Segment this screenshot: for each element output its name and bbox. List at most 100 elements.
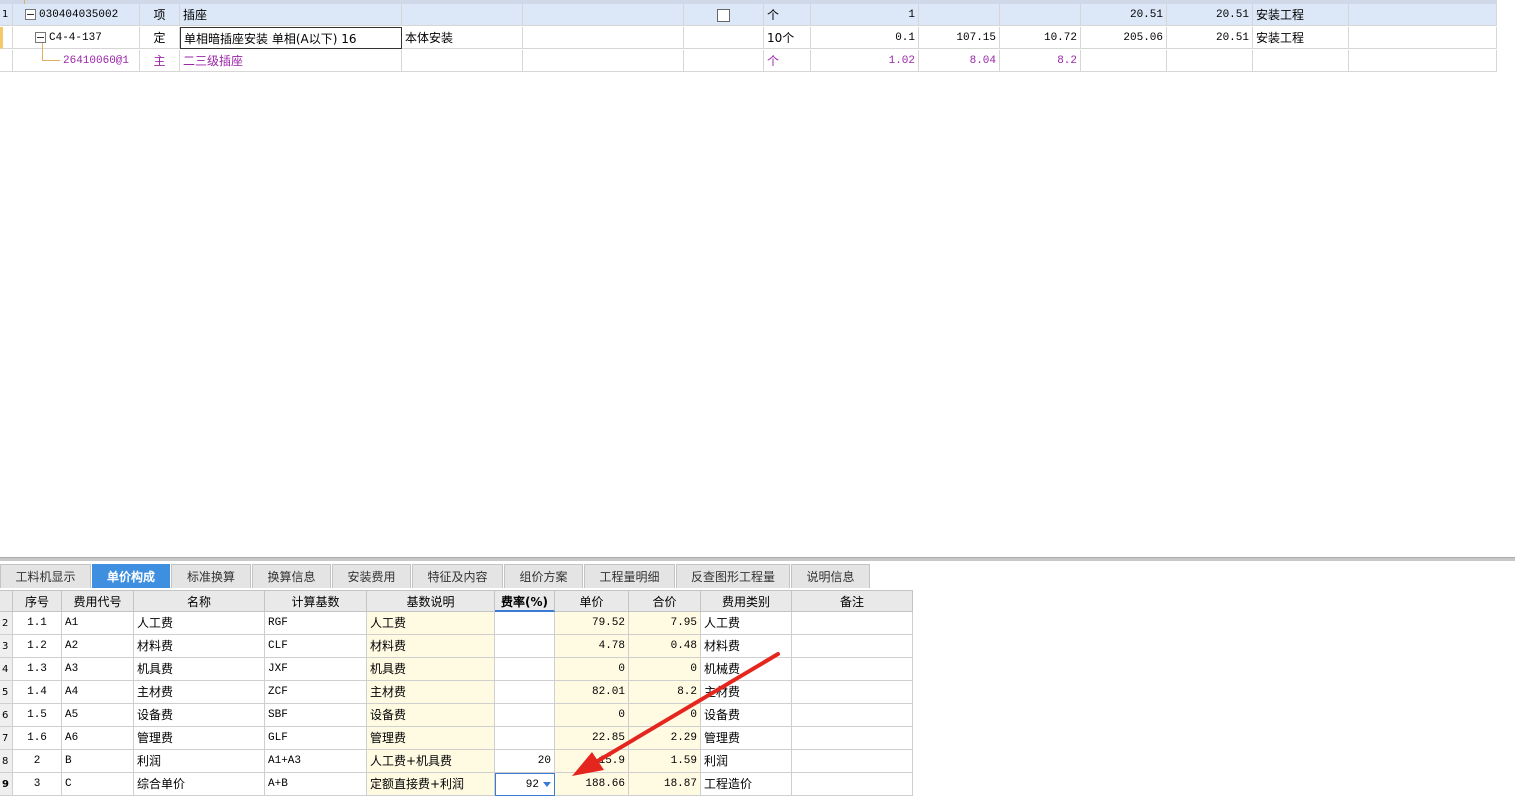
tab-unit-price-composition[interactable]: 单价构成 — [92, 564, 170, 588]
cell-rate[interactable] — [495, 612, 555, 635]
cell-total[interactable]: 0 — [629, 658, 701, 681]
collapse-icon[interactable] — [35, 31, 46, 43]
cell-rate[interactable] — [495, 658, 555, 681]
cell-category[interactable]: 设备费 — [701, 704, 792, 727]
cell-category[interactable]: 人工费 — [701, 612, 792, 635]
item-combined-price[interactable] — [1081, 50, 1167, 72]
tab-labor-material-machine[interactable]: 工料机显示 — [0, 564, 91, 588]
header-base-desc[interactable]: 基数说明 — [367, 590, 495, 612]
cell-total[interactable]: 7.95 — [629, 612, 701, 635]
cell-code[interactable]: A3 — [62, 658, 134, 681]
item-blank[interactable] — [523, 50, 684, 72]
cell-name[interactable]: 主材费 — [134, 681, 265, 704]
cell-total[interactable]: 0 — [629, 704, 701, 727]
cell-seq[interactable]: 1.4 — [13, 681, 62, 704]
cell-base[interactable]: GLF — [265, 727, 367, 750]
item-combined-price[interactable]: 205.06 — [1081, 27, 1167, 49]
item-unit[interactable]: 个 — [764, 50, 811, 72]
panel-splitter[interactable] — [0, 557, 1515, 561]
item-checkbox-cell[interactable] — [684, 50, 764, 72]
cell-name[interactable]: 综合单价 — [134, 773, 265, 796]
cell-base-desc[interactable]: 管理费 — [367, 727, 495, 750]
item-feature[interactable] — [402, 4, 523, 26]
item-checkbox-cell[interactable] — [684, 4, 764, 26]
tab-install-cost[interactable]: 安装费用 — [332, 564, 411, 588]
item-unit[interactable]: 个 — [764, 4, 811, 26]
cell-note[interactable] — [792, 750, 913, 773]
cell-base[interactable]: JXF — [265, 658, 367, 681]
item-category[interactable] — [1253, 50, 1349, 72]
tab-features-content[interactable]: 特征及内容 — [412, 564, 503, 588]
cell-unit-price[interactable]: 15.9 — [555, 750, 629, 773]
cell-seq[interactable]: 2 — [13, 750, 62, 773]
item-combined-total[interactable]: 20.51 — [1167, 27, 1253, 49]
cell-category[interactable]: 机械费 — [701, 658, 792, 681]
cell-code[interactable]: A2 — [62, 635, 134, 658]
cell-total[interactable]: 18.87 — [629, 773, 701, 796]
cell-base[interactable]: A+B — [265, 773, 367, 796]
cell-note[interactable] — [792, 658, 913, 681]
cell-code[interactable]: B — [62, 750, 134, 773]
cell-name[interactable]: 利润 — [134, 750, 265, 773]
cell-unit-price[interactable]: 4.78 — [555, 635, 629, 658]
item-blank[interactable] — [523, 4, 684, 26]
cell-total[interactable]: 0.48 — [629, 635, 701, 658]
cell-base-desc[interactable]: 人工费 — [367, 612, 495, 635]
item-code-cell[interactable]: C4-4-137 — [13, 27, 140, 49]
tab-pricing-scheme[interactable]: 组价方案 — [504, 564, 583, 588]
chevron-down-icon[interactable] — [543, 781, 551, 787]
item-combined-total[interactable]: 20.51 — [1167, 4, 1253, 26]
header-base[interactable]: 计算基数 — [265, 590, 367, 612]
item-category[interactable]: 安装工程 — [1253, 27, 1349, 49]
cell-total[interactable]: 8.2 — [629, 681, 701, 704]
cell-seq[interactable]: 1.5 — [13, 704, 62, 727]
item-name[interactable]: 插座 — [180, 4, 402, 26]
cell-category[interactable]: 工程造价 — [701, 773, 792, 796]
cell-category[interactable]: 利润 — [701, 750, 792, 773]
item-price[interactable]: 8.04 — [919, 50, 1000, 72]
cell-base[interactable]: ZCF — [265, 681, 367, 704]
cell-note[interactable] — [792, 612, 913, 635]
item-qty[interactable]: 1.02 — [811, 50, 919, 72]
collapse-icon[interactable] — [25, 8, 36, 20]
cell-seq[interactable]: 1.1 — [13, 612, 62, 635]
cell-base-desc[interactable]: 设备费 — [367, 704, 495, 727]
tab-reverse-graphic-quantity[interactable]: 反查图形工程量 — [676, 564, 790, 588]
item-combined-total[interactable] — [1167, 50, 1253, 72]
cell-base[interactable]: SBF — [265, 704, 367, 727]
cell-unit-price[interactable]: 0 — [555, 658, 629, 681]
cell-unit-price[interactable]: 79.52 — [555, 612, 629, 635]
tab-description-info[interactable]: 说明信息 — [791, 564, 870, 588]
item-qty[interactable]: 0.1 — [811, 27, 919, 49]
cell-base[interactable]: A1+A3 — [265, 750, 367, 773]
cell-total[interactable]: 2.29 — [629, 727, 701, 750]
item-feature[interactable]: 本体安装 — [402, 27, 523, 49]
item-combined-price[interactable]: 20.51 — [1081, 4, 1167, 26]
table-row[interactable]: 26410060@1 主 二三级插座 个 1.02 8.04 8.2 — [0, 50, 1497, 72]
cell-code[interactable]: A5 — [62, 704, 134, 727]
header-category[interactable]: 费用类别 — [701, 590, 792, 612]
cell-total[interactable]: 1.59 — [629, 750, 701, 773]
cell-unit-price[interactable]: 0 — [555, 704, 629, 727]
item-price[interactable]: 107.15 — [919, 27, 1000, 49]
item-category[interactable]: 安装工程 — [1253, 4, 1349, 26]
header-total[interactable]: 合价 — [629, 590, 701, 612]
item-total[interactable] — [1000, 4, 1081, 26]
item-price[interactable] — [919, 4, 1000, 26]
tab-standard-conversion[interactable]: 标准换算 — [171, 564, 251, 588]
item-extra[interactable] — [1349, 50, 1497, 72]
cell-base[interactable]: CLF — [265, 635, 367, 658]
cell-name[interactable]: 设备费 — [134, 704, 265, 727]
cell-rate[interactable] — [495, 681, 555, 704]
cell-unit-price[interactable]: 188.66 — [555, 773, 629, 796]
item-code[interactable]: 26410060@1 — [13, 50, 140, 72]
item-name-editor[interactable]: 单相暗插座安装 单相(A以下) 16 — [180, 27, 402, 49]
cell-name[interactable]: 材料费 — [134, 635, 265, 658]
header-rate[interactable]: 费率(%) — [495, 590, 555, 612]
cell-note[interactable] — [792, 773, 913, 796]
cell-category[interactable]: 主材费 — [701, 681, 792, 704]
header-seq[interactable]: 序号 — [13, 590, 62, 612]
cell-category[interactable]: 材料费 — [701, 635, 792, 658]
cell-base-desc[interactable]: 主材费 — [367, 681, 495, 704]
cell-rate[interactable] — [495, 727, 555, 750]
